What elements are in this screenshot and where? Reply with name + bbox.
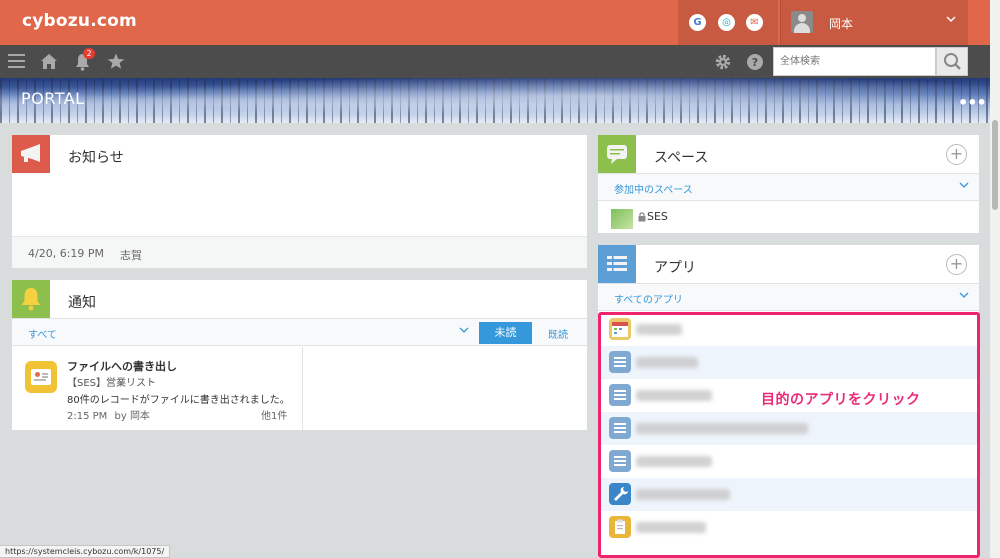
unread-button[interactable]: 未読 [479,322,532,344]
scrollbar[interactable] [990,0,1000,558]
apps-title: アプリ [654,260,696,276]
notice-timestamp: 4/20, 6:19 PM [28,247,105,260]
notification-badge: 2 [83,48,95,59]
space-name: SES [647,210,668,223]
filter-all-apps-link[interactable]: すべてのアプリ [614,291,683,306]
filter-all-link[interactable]: すべて [28,326,57,341]
notification-message: 80件のレコードがファイルに書き出されました。 [67,395,290,406]
portal-banner: PORTAL ••• [0,78,990,123]
notifications-panel: 通知 すべて 未読 既読 ファイルへの書き出し 【SES】営業リスト 80件のレ… [12,280,587,430]
notification-time: 2:15 PM [67,411,108,422]
scrollbar-thumb[interactable] [992,120,998,210]
filter-joined-spaces-link[interactable]: 参加中のスペース [614,181,693,196]
notification-by-label: by [114,411,127,422]
chat-bubble-icon [598,135,636,173]
spaces-title: スペース [654,150,709,166]
search-button[interactable] [936,47,968,76]
notification-by-user: 岡本 [129,411,150,422]
garoon-icon[interactable]: ◎ [718,14,735,31]
status-url: https://systemcleis.cybozu.com/k/1075/ [0,545,171,558]
apps-filter-bar: すべてのアプリ [598,283,979,311]
user-menu[interactable]: 岡本 [780,0,968,45]
spaces-panel: スペース + 参加中のスペース SES [598,135,979,233]
notices-panel: お知らせ 4/20, 6:19 PM 志賀 [12,135,587,268]
list-icon [598,245,636,283]
spaces-filter-bar: 参加中のスペース [598,173,979,201]
add-space-button[interactable]: + [946,144,967,165]
avatar [791,11,813,33]
chevron-down-icon[interactable] [958,289,970,304]
notice-footer: 4/20, 6:19 PM 志賀 [12,236,587,268]
notification-meta: 2:15 PM by 岡本 [67,407,150,422]
chevron-down-icon[interactable] [958,179,970,194]
notices-title: お知らせ [68,150,124,166]
notification-title: ファイルへの書き出し [67,360,177,373]
more-options-icon[interactable]: ••• [958,93,987,112]
chevron-down-icon [945,13,957,28]
cybozu-logo[interactable]: cybozu.com [22,11,137,31]
star-icon[interactable] [107,53,125,73]
add-app-button[interactable]: + [946,254,967,275]
gear-icon[interactable] [714,53,732,74]
user-name: 岡本 [829,17,854,31]
google-icon[interactable]: G [689,14,706,31]
help-icon[interactable]: ? [746,53,764,74]
notifications-filter-bar: すべて 未読 既読 [12,318,587,346]
notification-item[interactable]: ファイルへの書き出し 【SES】営業リスト 80件のレコードがファイルに書き出さ… [12,347,302,430]
highlight-frame [598,312,980,558]
home-icon[interactable] [40,53,58,73]
chevron-down-icon[interactable] [458,324,470,339]
notification-others[interactable]: 他1件 [261,407,287,422]
space-item[interactable]: SES [598,201,979,233]
megaphone-icon [12,135,50,173]
portal-title: PORTAL [21,89,85,108]
notifications-title: 通知 [68,295,96,311]
notification-source: 【SES】営業リスト [67,378,157,389]
global-search [773,47,936,76]
bell-icon [12,280,50,318]
notice-author[interactable]: 志賀 [120,247,142,263]
lock-icon [638,211,646,225]
read-button[interactable]: 既読 [548,326,568,341]
mail-icon[interactable]: ✉ [746,14,763,31]
space-thumbnail [611,209,633,229]
search-input[interactable] [774,48,924,75]
svg-text:?: ? [752,56,758,69]
divider [302,347,303,430]
annotation-text: 目的のアプリをクリック [761,392,921,408]
menu-icon[interactable] [8,54,25,72]
service-links: G ◎ ✉ [678,0,778,45]
top-header: cybozu.com G ◎ ✉ 岡本 [0,0,990,45]
app-card-icon [25,361,57,393]
